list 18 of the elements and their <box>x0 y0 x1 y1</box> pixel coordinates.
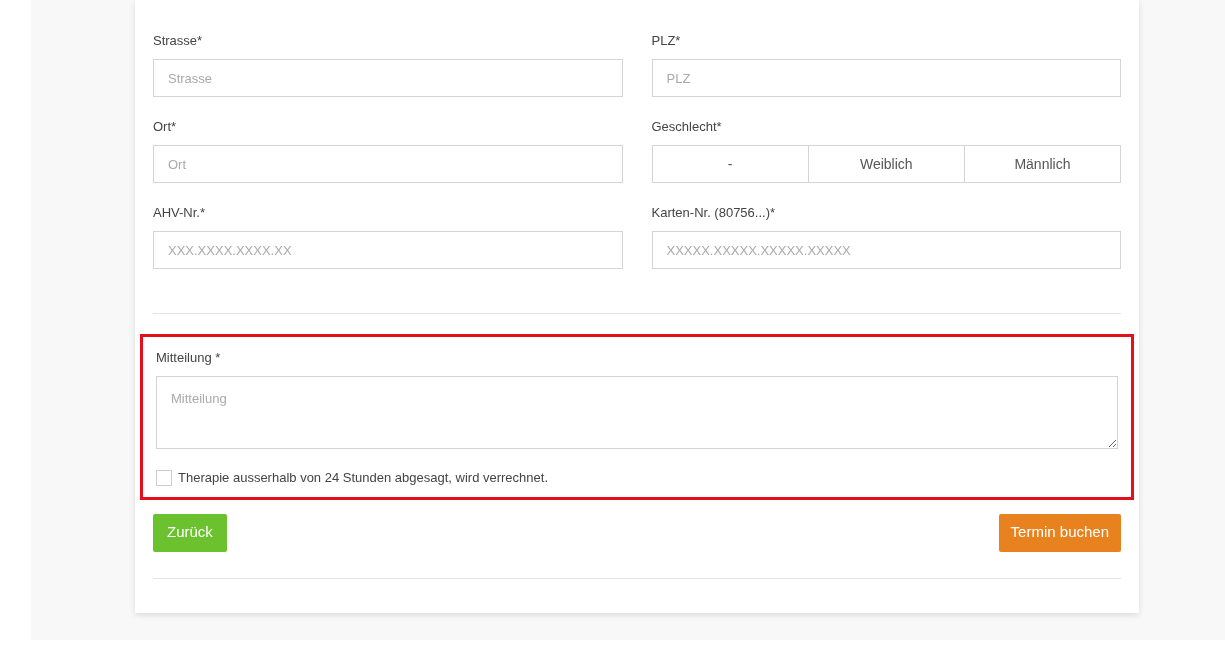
field-label: Ort* <box>153 118 177 136</box>
field-label: Geschlecht* <box>651 118 722 136</box>
checkbox-label: Therapie ausserhalb von 24 Stunden abgesagt, wird verrechnet. <box>178 469 548 487</box>
gender-option[interactable]: Männlich <box>963 145 1121 183</box>
field-label: Strasse* <box>153 32 203 50</box>
input-field[interactable]: Strasse <box>153 59 623 97</box>
field-label: Karten-Nr. (80756...)* <box>651 204 776 222</box>
message-field[interactable]: Mitteilung <box>156 376 1118 449</box>
gender-option[interactable]: - <box>651 145 809 183</box>
input-field[interactable]: XXXXX.XXXXX.XXXXX.XXXXX <box>651 231 1121 269</box>
checkbox[interactable] <box>156 469 172 486</box>
input-field[interactable]: Ort <box>153 145 623 183</box>
field-label: AHV-Nr.* <box>153 204 205 222</box>
input-field[interactable]: XXX.XXXX.XXXX.XX <box>153 231 623 269</box>
gender-option[interactable]: Weiblich <box>807 145 965 183</box>
field-label: PLZ* <box>651 32 681 50</box>
input-field[interactable]: PLZ <box>651 59 1121 97</box>
field-label: Mitteilung * <box>156 349 221 367</box>
